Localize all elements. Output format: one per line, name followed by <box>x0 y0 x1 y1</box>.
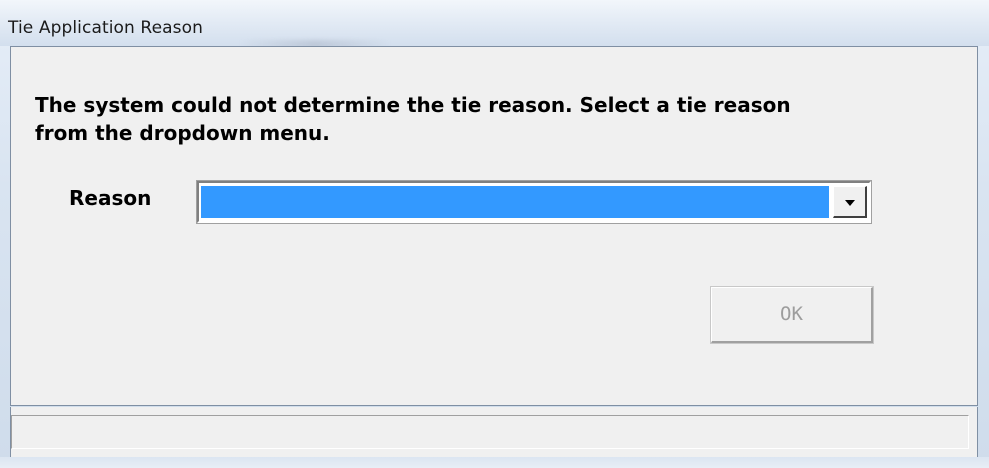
status-bar <box>10 407 978 457</box>
reason-dropdown[interactable] <box>196 180 872 224</box>
window-title: Tie Application Reason <box>8 18 203 38</box>
window-bottom-frame <box>0 457 989 468</box>
reason-dropdown-selection[interactable] <box>201 186 829 218</box>
dialog-message: The system could not determine the tie r… <box>35 93 791 145</box>
reason-label: Reason <box>69 186 152 210</box>
ok-button[interactable]: OK <box>710 286 874 344</box>
dialog-window: Tie Application Reason The system could … <box>0 0 989 468</box>
status-bar-panel <box>11 415 969 449</box>
chevron-down-icon <box>845 200 855 206</box>
title-bar[interactable]: Tie Application Reason <box>0 0 989 50</box>
reason-dropdown-button[interactable] <box>833 186 867 218</box>
dialog-client-area: The system could not determine the tie r… <box>10 46 978 406</box>
